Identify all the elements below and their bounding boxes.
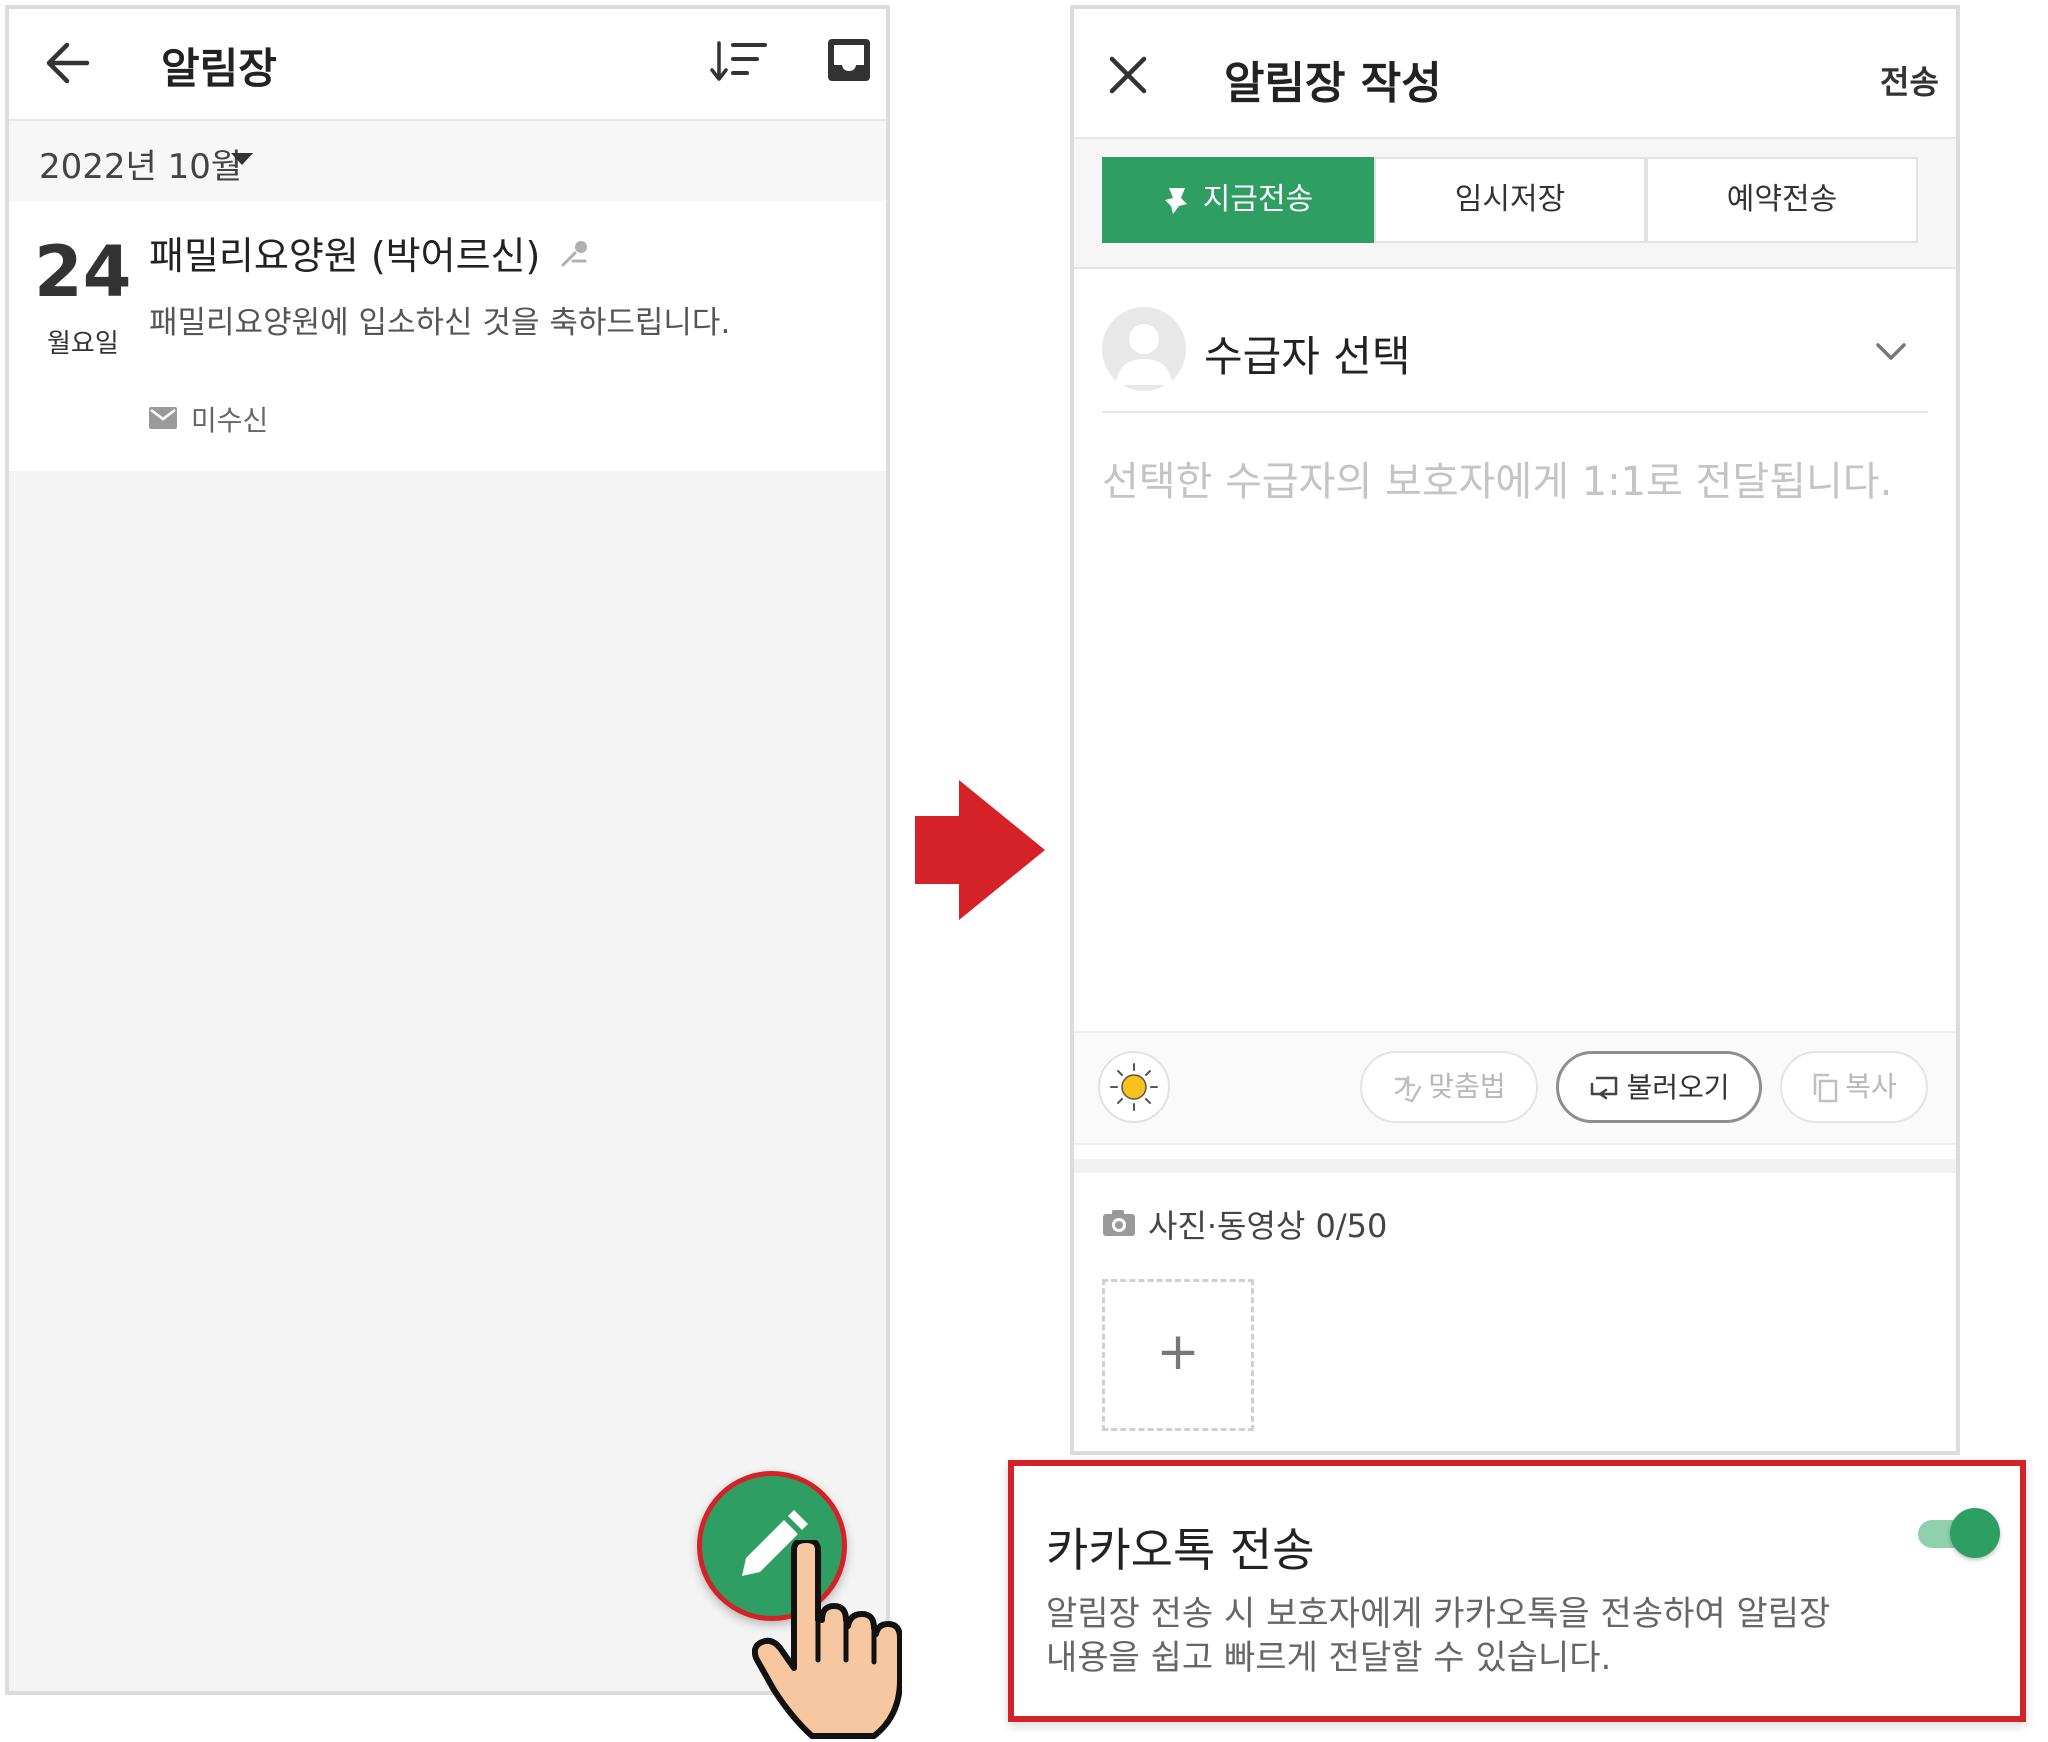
compose-screen: 알림장 작성 전송 지금전송 임시저장 예약전송 수급자 선택 선택한 수급자의… xyxy=(1070,5,1960,1455)
note-weekday: 월요일 xyxy=(47,329,119,359)
caret-down-icon xyxy=(231,153,253,165)
spellcheck-button[interactable]: 맞춤법 xyxy=(1360,1051,1538,1123)
notice-list-screen: 알림장 2022년 10월 24 월요일 패밀리요양원 (박어르신) 패밀리요양… xyxy=(5,5,890,1695)
load-button[interactable]: 불러오기 xyxy=(1556,1051,1762,1123)
copy-button[interactable]: 복사 xyxy=(1780,1051,1928,1123)
tab-draft[interactable]: 임시저장 xyxy=(1374,157,1646,243)
media-section: 사진·동영상 0/50 + xyxy=(1074,1159,1956,1451)
send-mode-tabs: 지금전송 임시저장 예약전송 xyxy=(1074,139,1956,269)
send-button[interactable]: 전송 xyxy=(1880,57,1939,103)
kakao-send-option: 카카오톡 전송 알림장 전송 시 보호자에게 카카오톡을 전송하여 알림장 내용… xyxy=(1008,1460,2026,1722)
spellcheck-icon xyxy=(1395,1075,1422,1103)
kakao-title: 카카오톡 전송 xyxy=(1046,1523,1315,1577)
sort-icon[interactable] xyxy=(709,37,769,87)
note-body: 패밀리요양원에 입소하신 것을 축하드립니다. xyxy=(149,305,731,341)
sun-icon xyxy=(1110,1063,1158,1111)
divider xyxy=(1102,411,1928,413)
tab-scheduled[interactable]: 예약전송 xyxy=(1646,157,1918,243)
editor-toolbar: 맞춤법 불러오기 복사 xyxy=(1074,1031,1956,1145)
inbox-icon[interactable] xyxy=(824,35,874,85)
mail-icon xyxy=(149,407,177,429)
back-arrow-icon[interactable] xyxy=(39,37,99,89)
page-title: 알림장 작성 xyxy=(1224,58,1442,109)
pin-icon xyxy=(1164,187,1187,214)
copy-icon xyxy=(1813,1073,1838,1103)
avatar-icon xyxy=(1116,324,1172,385)
load-icon xyxy=(1591,1076,1618,1100)
tab-send-now[interactable]: 지금전송 xyxy=(1102,157,1374,243)
toggle-knob xyxy=(1950,1508,2000,1558)
recipient-label: 수급자 선택 xyxy=(1204,332,1411,381)
pin-icon xyxy=(561,241,587,267)
close-icon[interactable] xyxy=(1108,55,1148,95)
load-label: 불러오기 xyxy=(1626,1071,1730,1104)
media-count-label: 사진·동영상 0/50 xyxy=(1148,1207,1388,1245)
compose-header: 알림장 작성 전송 xyxy=(1074,9,1956,139)
page-title: 알림장 xyxy=(161,44,277,93)
kakao-description: 알림장 전송 시 보호자에게 카카오톡을 전송하여 알림장 내용을 쉽고 빠르게… xyxy=(1046,1592,1906,1680)
month-label: 2022년 10월 xyxy=(39,147,243,187)
list-header: 알림장 xyxy=(9,9,886,121)
add-media-button[interactable]: + xyxy=(1102,1279,1254,1431)
note-title: 패밀리요양원 (박어르신) xyxy=(149,234,541,278)
note-day: 24 xyxy=(34,231,132,313)
chevron-down-icon xyxy=(1876,343,1906,360)
avatar xyxy=(1102,307,1186,391)
recipient-selector[interactable]: 수급자 선택 xyxy=(1074,279,1956,419)
copy-label: 복사 xyxy=(1845,1070,1897,1103)
month-selector[interactable]: 2022년 10월 xyxy=(9,121,886,203)
hand-pointer-icon xyxy=(752,1540,902,1739)
red-arrow-icon xyxy=(915,780,1045,920)
kakao-description-line: 알림장 전송 시 보호자에게 카카오톡을 전송하여 알림장 xyxy=(1046,1594,1831,1634)
status-badge: 미수신 xyxy=(191,404,269,437)
message-input[interactable]: 선택한 수급자의 보호자에게 1:1로 전달됩니다. xyxy=(1102,449,1892,507)
tab-label: 지금전송 xyxy=(1202,182,1314,217)
spellcheck-label: 맞춤법 xyxy=(1428,1070,1506,1103)
kakao-toggle[interactable] xyxy=(1912,1508,2000,1558)
weather-button[interactable] xyxy=(1098,1051,1170,1123)
kakao-description-line: 내용을 쉽고 빠르게 전달할 수 있습니다. xyxy=(1046,1638,1612,1678)
list-item[interactable]: 24 월요일 패밀리요양원 (박어르신) 패밀리요양원에 입소하신 것을 축하드… xyxy=(9,201,886,471)
camera-icon xyxy=(1103,1210,1135,1236)
